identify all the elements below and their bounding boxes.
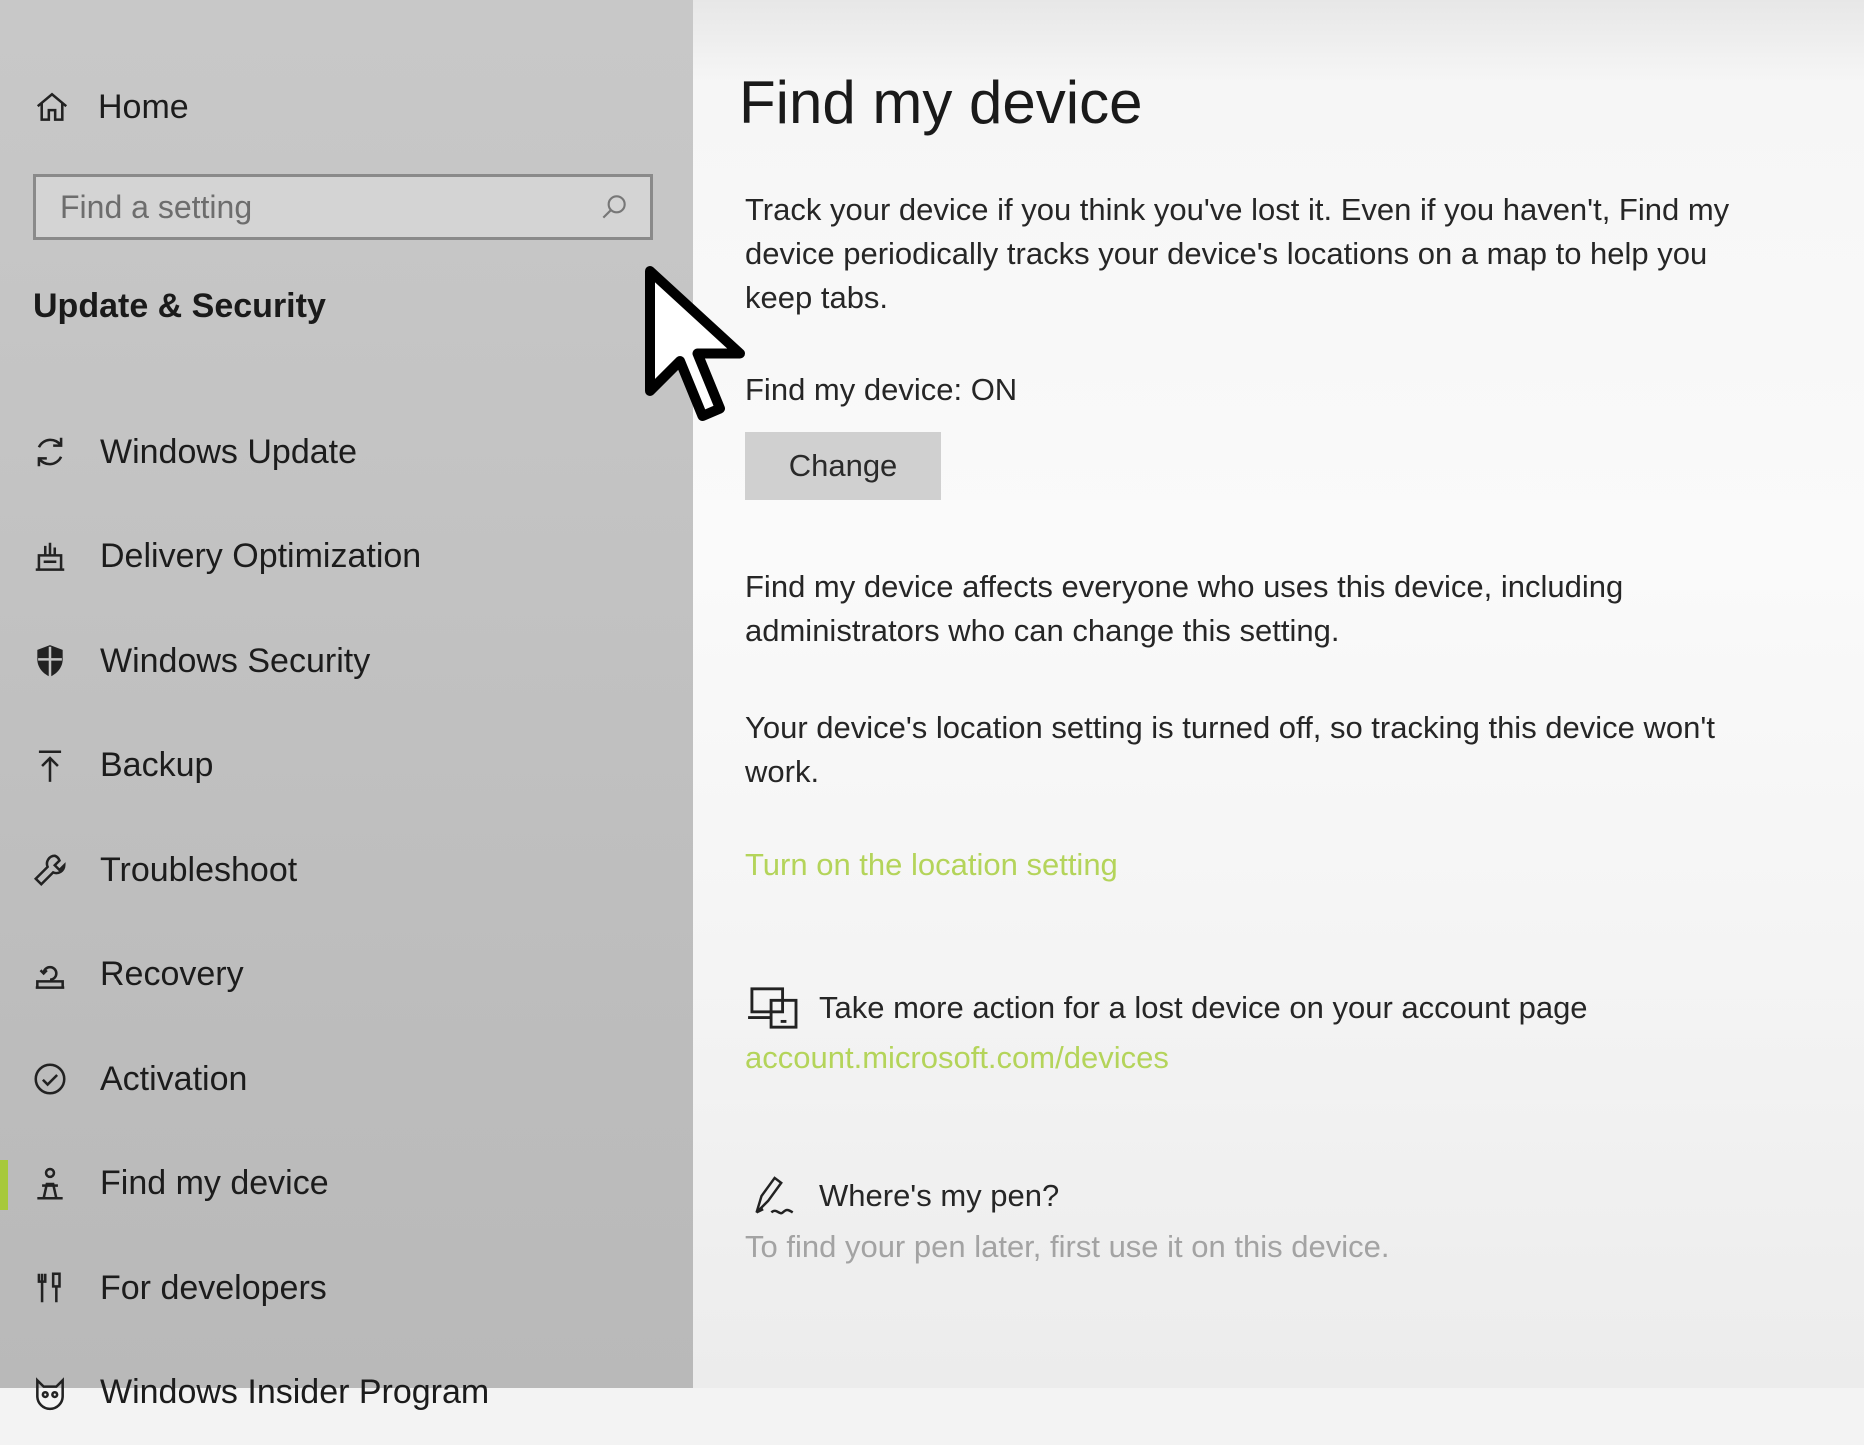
pen-subtext: To find your pen later, first use it on … (745, 1229, 1389, 1265)
sidebar-item-label: Troubleshoot (100, 851, 297, 890)
pen-title: Where's my pen? (819, 1178, 1059, 1214)
sidebar-item-label: Backup (100, 746, 213, 785)
search-box[interactable] (33, 174, 653, 240)
devices-icon (745, 984, 801, 1032)
pen-icon (745, 1172, 801, 1220)
backup-arrow-icon (28, 744, 72, 788)
check-circle-icon (28, 1057, 72, 1101)
developer-tools-icon (28, 1266, 72, 1310)
intro-text: Track your device if you think you've lo… (745, 188, 1765, 320)
change-button[interactable]: Change (745, 432, 941, 500)
insider-cat-icon (28, 1371, 72, 1415)
sidebar: Home Update & Security Windows Update De… (0, 0, 693, 1388)
sidebar-item-label: Windows Update (100, 433, 357, 472)
search-icon[interactable] (598, 191, 630, 223)
sidebar-item-troubleshoot[interactable]: Troubleshoot (0, 818, 693, 923)
sidebar-item-windows-insider-program[interactable]: Windows Insider Program (0, 1341, 693, 1445)
main-content: Find my device Track your device if you … (693, 0, 1864, 1388)
sidebar-item-label: For developers (100, 1269, 327, 1308)
find-my-device-status: Find my device: ON (745, 372, 1017, 408)
sidebar-item-recovery[interactable]: Recovery (0, 923, 693, 1028)
turn-on-location-link[interactable]: Turn on the location setting (745, 847, 1118, 883)
search-input[interactable] (58, 188, 598, 227)
wrench-icon (28, 848, 72, 892)
pen-row: Where's my pen? (745, 1172, 1059, 1220)
account-devices-link[interactable]: account.microsoft.com/devices (745, 1040, 1169, 1076)
home-icon (30, 85, 74, 129)
sidebar-item-activation[interactable]: Activation (0, 1027, 693, 1132)
home-label: Home (98, 88, 189, 127)
home-nav-item[interactable]: Home (30, 82, 189, 132)
sidebar-nav: Windows Update Delivery Optimization Win… (0, 400, 693, 1445)
sidebar-item-for-developers[interactable]: For developers (0, 1236, 693, 1341)
sidebar-item-windows-update[interactable]: Windows Update (0, 400, 693, 505)
delivery-optimization-icon (28, 535, 72, 579)
sidebar-item-label: Find my device (100, 1164, 329, 1203)
account-action-text: Take more action for a lost device on yo… (819, 990, 1588, 1026)
sidebar-item-backup[interactable]: Backup (0, 714, 693, 819)
sidebar-item-delivery-optimization[interactable]: Delivery Optimization (0, 505, 693, 610)
location-off-text: Your device's location setting is turned… (745, 706, 1765, 794)
account-action-row: Take more action for a lost device on yo… (745, 984, 1588, 1032)
page-title: Find my device (739, 68, 1142, 137)
recovery-icon (28, 953, 72, 997)
sidebar-item-label: Windows Insider Program (100, 1373, 489, 1412)
sidebar-item-label: Delivery Optimization (100, 537, 421, 576)
sidebar-item-find-my-device[interactable]: Find my device (0, 1132, 693, 1237)
find-person-icon (28, 1162, 72, 1206)
sidebar-item-windows-security[interactable]: Windows Security (0, 609, 693, 714)
sync-icon (28, 430, 72, 474)
affects-text: Find my device affects everyone who uses… (745, 565, 1765, 653)
sidebar-item-label: Recovery (100, 955, 244, 994)
sidebar-item-label: Windows Security (100, 642, 370, 681)
shield-icon (28, 639, 72, 683)
section-title: Update & Security (33, 287, 326, 326)
sidebar-item-label: Activation (100, 1060, 247, 1099)
